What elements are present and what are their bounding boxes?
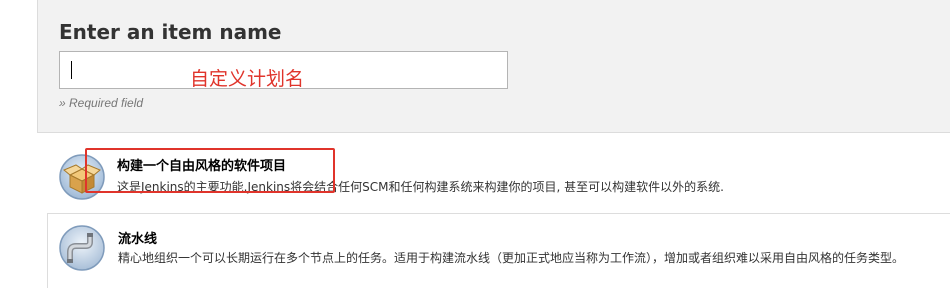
item-title-pipeline: 流水线 bbox=[118, 232, 158, 247]
text-caret bbox=[71, 61, 72, 79]
item-desc-pipeline: 精心地组织一个可以长期运行在多个节点上的任务。适用于构建流水线（更加正式地应当称… bbox=[118, 251, 905, 265]
item-type-pipeline[interactable]: 流水线 精心地组织一个可以长期运行在多个节点上的任务。适用于构建流水线（更加正式… bbox=[47, 213, 950, 288]
page-title: Enter an item name bbox=[59, 20, 282, 44]
new-item-page: Enter an item name 自定义计划名 » Required fie… bbox=[0, 0, 950, 288]
annotation-custom-name: 自定义计划名 bbox=[190, 68, 305, 90]
pipeline-icon bbox=[59, 225, 105, 271]
required-field-note: » Required field bbox=[59, 96, 144, 110]
freestyle-project-icon bbox=[59, 154, 105, 200]
item-title-freestyle: 构建一个自由风格的软件项目 bbox=[117, 159, 287, 174]
item-desc-freestyle: 这是Jenkins的主要功能.Jenkins将会结合任何SCM和任何构建系统来构… bbox=[117, 180, 724, 194]
item-name-panel: Enter an item name 自定义计划名 » Required fie… bbox=[37, 0, 950, 133]
item-type-freestyle[interactable]: 构建一个自由风格的软件项目 这是Jenkins的主要功能.Jenkins将会结合… bbox=[47, 140, 950, 206]
